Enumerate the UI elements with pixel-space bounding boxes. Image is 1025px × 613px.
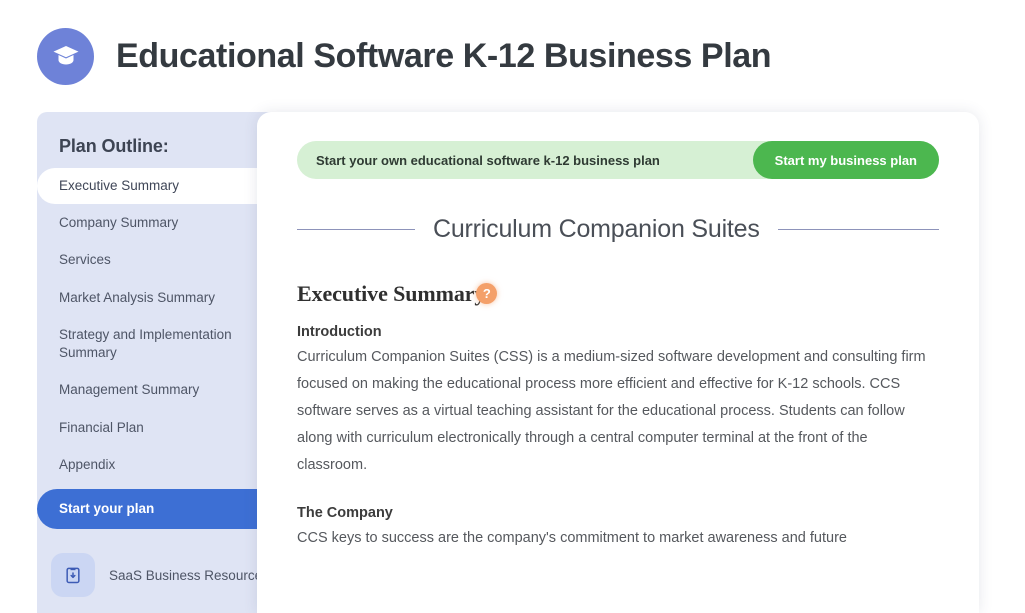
start-my-business-plan-button[interactable]: Start my business plan	[752, 141, 939, 179]
title-rule-right	[777, 229, 939, 230]
the-company-subheading: The Company	[297, 504, 393, 521]
graduation-cap-icon	[37, 27, 94, 85]
saas-business-resources-label: SaaS Business Resources	[109, 567, 269, 583]
introduction-paragraph: Curriculum Companion Suites (CSS) is a m…	[297, 349, 926, 473]
section-heading-row: Executive Summary ?	[297, 281, 939, 307]
clipboard-download-icon	[51, 553, 95, 598]
document-title-row: Curriculum Companion Suites	[297, 215, 939, 244]
business-plan-page: Educational Software K-12 Business Plan …	[0, 0, 1025, 613]
title-rule-left	[297, 229, 415, 230]
content-panel: Start your own educational software k-12…	[257, 112, 979, 613]
the-company-paragraph: CCS keys to success are the company's co…	[297, 529, 847, 546]
document-title: Curriculum Companion Suites	[433, 215, 760, 243]
cta-banner-text: Start your own educational software k-12…	[316, 152, 660, 168]
cta-banner: Start your own educational software k-12…	[297, 141, 939, 179]
introduction-subheading: Introduction	[297, 324, 382, 340]
help-icon[interactable]: ?	[476, 283, 498, 304]
page-title: Educational Software K-12 Business Plan	[116, 36, 772, 75]
page-header: Educational Software K-12 Business Plan	[0, 0, 1025, 112]
section-heading: Executive Summary	[297, 281, 486, 306]
